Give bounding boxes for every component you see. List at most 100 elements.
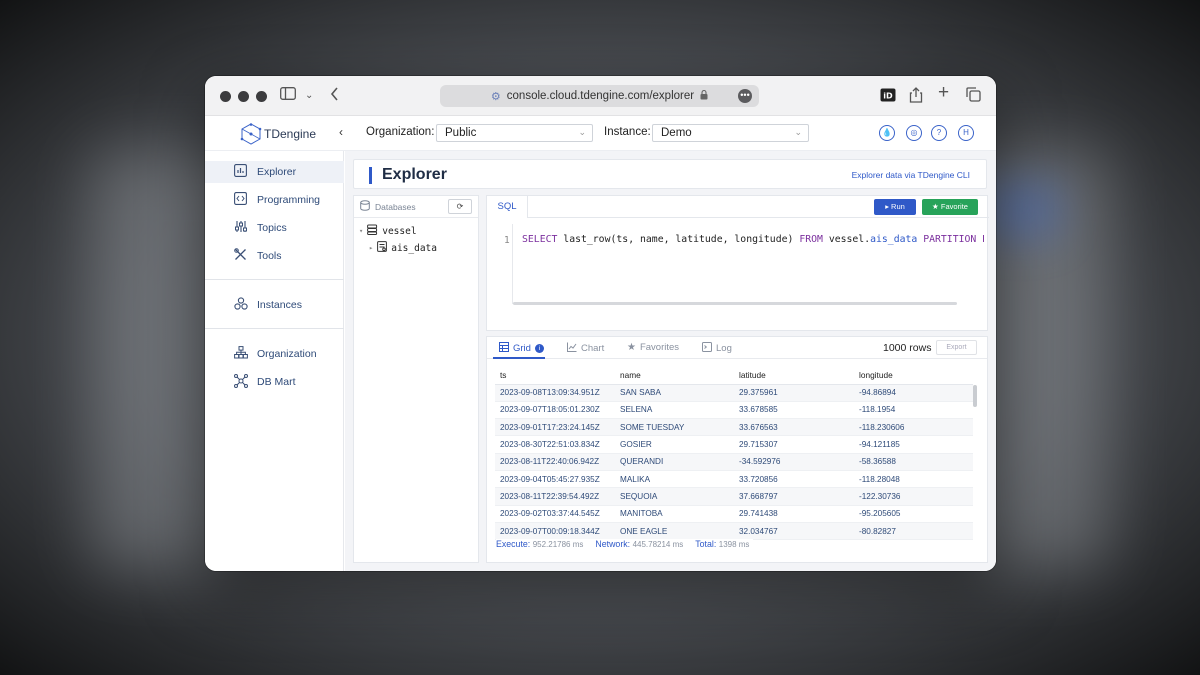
tab-chart-label: Chart xyxy=(581,343,605,354)
new-tab-icon[interactable]: + xyxy=(938,83,949,102)
sidebar-item-dbmart[interactable]: DB Mart xyxy=(205,371,344,393)
sql-query-editor[interactable]: SELECT last_row(ts, name, latitude, long… xyxy=(522,234,984,248)
page-title: Explorer xyxy=(382,166,447,183)
sidebar-item-programming[interactable]: Programming xyxy=(205,189,344,211)
table-row[interactable]: 2023-08-11T22:39:54.492Z SEQUOIA 37.6687… xyxy=(495,487,973,506)
svg-text:iD: iD xyxy=(883,92,893,101)
sidebar-item-topics[interactable]: Topics xyxy=(205,217,344,239)
play-icon: ▸ xyxy=(885,202,889,211)
line-chart-icon xyxy=(567,342,577,355)
column-header-name[interactable]: name xyxy=(615,367,734,385)
tab-log[interactable]: Log xyxy=(702,342,732,355)
topics-icon xyxy=(233,220,248,236)
cell-name: ONE EAGLE xyxy=(615,522,734,541)
tab-grid[interactable]: Grid i xyxy=(499,342,544,355)
table-row[interactable]: 2023-09-08T13:09:34.951Z SAN SABA 29.375… xyxy=(495,384,973,402)
row-count: 1000 rows xyxy=(883,342,932,354)
editor-horizontal-scrollbar[interactable] xyxy=(513,302,957,305)
sidebar-divider xyxy=(205,279,344,280)
sidebar-item-label: Tools xyxy=(257,250,282,262)
tab-favorites[interactable]: ★ Favorites xyxy=(627,342,679,353)
instance-value: Demo xyxy=(661,127,692,139)
address-bar[interactable]: ⚙ console.cloud.tdengine.com/explorer ••… xyxy=(440,85,759,107)
wallet-icon[interactable]: ◎ xyxy=(906,125,922,141)
sidebar-toggle-icon[interactable] xyxy=(280,87,296,105)
cell-name: SOME TUESDAY xyxy=(615,418,734,437)
execute-value: 952.21786 ms xyxy=(532,540,584,549)
info-icon[interactable]: i xyxy=(534,344,544,353)
cell-ts: 2023-08-11T22:40:06.942Z xyxy=(495,453,615,471)
table-row[interactable]: 2023-08-11T22:40:06.942Z QUERANDI -34.59… xyxy=(495,453,973,471)
chevron-down-icon[interactable]: ⌄ xyxy=(305,87,313,105)
cell-latitude: 33.676563 xyxy=(734,418,854,437)
collapse-sidebar-icon[interactable]: ‹ xyxy=(339,125,343,139)
total-value: 1398 ms xyxy=(718,540,750,549)
cli-link[interactable]: Explorer data via TDengine CLI xyxy=(852,170,970,180)
sidebar-item-explorer[interactable]: Explorer xyxy=(205,161,344,183)
tab-sql[interactable]: SQL xyxy=(487,196,528,218)
browser-window: ⌄ ⚙ console.cloud.tdengine.com/explorer … xyxy=(205,76,996,571)
sidebar-item-instances[interactable]: Instances xyxy=(205,294,344,316)
cell-longitude: -95.205605 xyxy=(854,505,973,523)
cell-latitude: 33.678585 xyxy=(734,401,854,420)
sidebar-item-label: Explorer xyxy=(257,166,297,178)
chart-icon xyxy=(233,164,248,180)
help-icon[interactable]: ? xyxy=(931,125,947,141)
tdengine-logo[interactable]: TDengine xyxy=(240,123,316,145)
sidebar-divider xyxy=(205,328,344,329)
site-settings-icon[interactable]: ⚙ xyxy=(491,90,501,103)
cell-longitude: -118.1954 xyxy=(854,401,973,420)
table-row[interactable]: 2023-09-07T18:05:01.230Z SELENA 33.67858… xyxy=(495,401,973,420)
log-icon xyxy=(702,342,712,355)
maximize-window-button[interactable] xyxy=(256,91,267,102)
cell-longitude: -118.230606 xyxy=(854,418,973,437)
organization-select[interactable]: Public ⌄ xyxy=(436,124,593,142)
favorite-label: Favorite xyxy=(940,202,968,211)
caret-down-icon[interactable]: ▾ xyxy=(359,227,363,235)
cell-longitude: -118.28048 xyxy=(854,470,973,489)
run-button[interactable]: ▸ Run xyxy=(874,199,916,215)
table-vertical-scrollbar[interactable] xyxy=(973,385,977,407)
tab-chart[interactable]: Chart xyxy=(567,342,604,355)
table-row[interactable]: 2023-09-04T05:45:27.935Z MALIKA 33.72085… xyxy=(495,470,973,489)
table-row[interactable]: 2023-09-01T17:23:24.145Z SOME TUESDAY 33… xyxy=(495,418,973,437)
tools-icon xyxy=(233,248,248,264)
database-icon xyxy=(360,200,370,213)
caret-right-icon[interactable]: ▸ xyxy=(369,244,373,252)
column-header-ts[interactable]: ts xyxy=(495,367,615,385)
code-icon xyxy=(233,192,248,208)
sidebar-item-tools[interactable]: Tools xyxy=(205,245,344,267)
sidebar-item-label: Organization xyxy=(257,348,317,360)
column-header-latitude[interactable]: latitude xyxy=(734,367,854,385)
instance-select[interactable]: Demo ⌄ xyxy=(652,124,809,142)
close-window-button[interactable] xyxy=(220,91,231,102)
star-icon: ★ xyxy=(932,202,939,211)
cell-name: GOSIER xyxy=(615,435,734,454)
export-button[interactable]: Export xyxy=(936,340,977,355)
extension-icon[interactable]: iD xyxy=(880,88,896,107)
back-arrow-icon[interactable] xyxy=(330,87,339,106)
table-row[interactable]: 2023-09-02T03:37:44.545Z MANITOBA 29.741… xyxy=(495,505,973,523)
logo-text: TDengine xyxy=(264,127,317,141)
table-row[interactable]: 2023-09-07T00:09:18.344Z ONE EAGLE 32.03… xyxy=(495,522,973,541)
tab-favorites-label: Favorites xyxy=(639,342,680,353)
ellipsis-icon[interactable]: ••• xyxy=(738,89,752,103)
refresh-icon: ⟳ xyxy=(456,202,464,211)
minimize-window-button[interactable] xyxy=(238,91,249,102)
favorite-button[interactable]: ★ Favorite xyxy=(922,199,978,215)
cell-latitude: -34.592976 xyxy=(734,453,854,471)
instances-icon xyxy=(233,297,248,313)
sidebar-item-organization[interactable]: Organization xyxy=(205,343,344,365)
share-icon[interactable] xyxy=(909,87,923,108)
drop-icon[interactable]: 💧 xyxy=(879,125,895,141)
table-row[interactable]: 2023-08-30T22:51:03.834Z GOSIER 29.71530… xyxy=(495,435,973,454)
tab-overview-icon[interactable] xyxy=(966,87,981,107)
tree-table-label: ais_data xyxy=(391,242,437,254)
total-stat: Total: 1398 ms xyxy=(695,539,749,549)
tree-table-ais-data[interactable]: ▸ ais_data xyxy=(369,241,437,255)
column-header-longitude[interactable]: longitude xyxy=(854,367,973,385)
avatar-icon[interactable]: H xyxy=(958,125,974,141)
sidebar: Explorer Programming Topics Tools Instan… xyxy=(205,151,344,571)
tree-db-vessel[interactable]: ▾ vessel xyxy=(359,224,417,238)
refresh-button[interactable]: ⟳ xyxy=(448,199,472,214)
